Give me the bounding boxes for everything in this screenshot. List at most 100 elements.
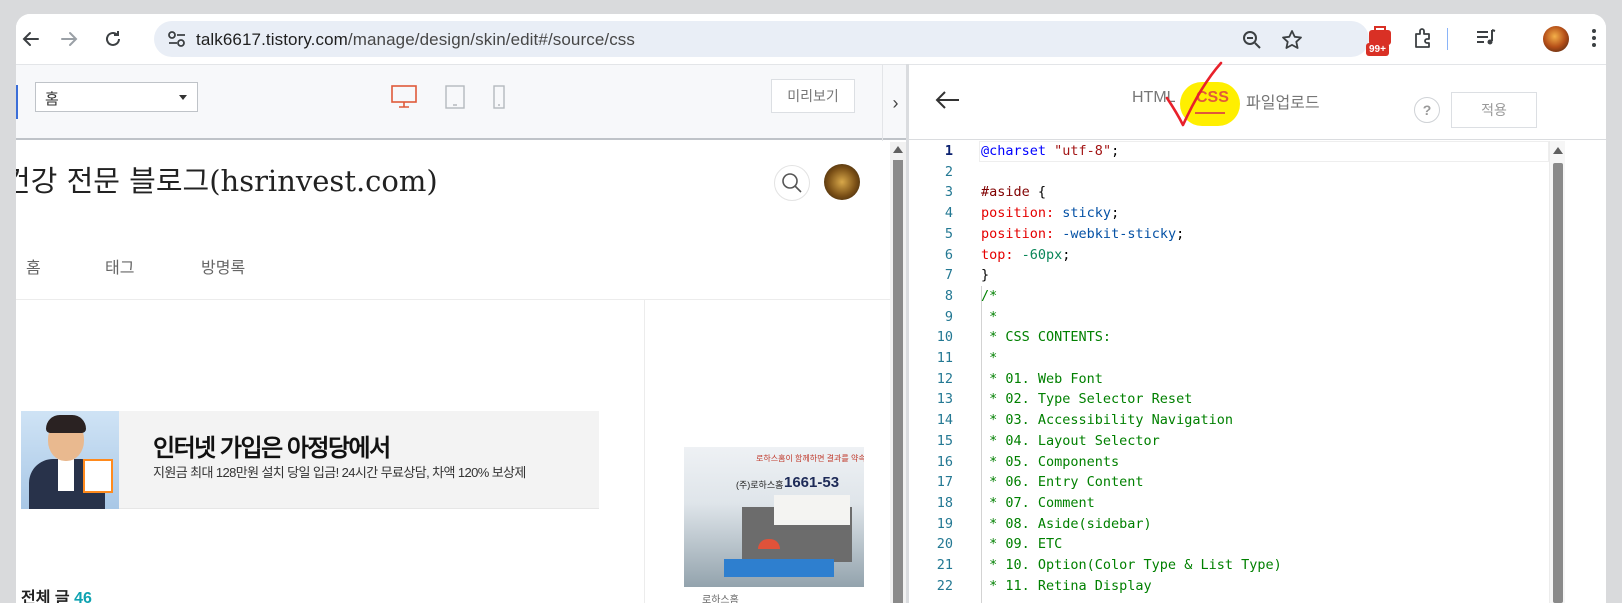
code-text: #aside {: [981, 184, 1047, 201]
address-bar[interactable]: talk6617.tistory.com/manage/design/skin/…: [154, 21, 1369, 57]
code-line[interactable]: 3 #aside {: [909, 182, 1549, 203]
line-number: 10: [936, 329, 953, 346]
code-text: * 05. Components: [981, 453, 1120, 470]
code-line[interactable]: 14 * 03. Accessibility Navigation: [909, 410, 1549, 431]
profile-avatar-icon[interactable]: [1543, 26, 1569, 52]
browser-toolbar: talk6617.tistory.com/manage/design/skin/…: [16, 14, 1606, 64]
scrollbar-thumb[interactable]: [893, 160, 903, 603]
header-divider: [16, 299, 890, 300]
side-ad-brand: (주)로하스홈: [736, 480, 784, 490]
blog-menu-guestbook[interactable]: 방명록: [201, 254, 245, 278]
help-button[interactable]: ?: [1414, 97, 1440, 123]
code-line[interactable]: 9 *: [909, 307, 1549, 328]
blog-profile-avatar[interactable]: [824, 164, 860, 200]
chevron-right-icon: ›: [892, 92, 899, 113]
checkmark-annotation-icon: [1165, 61, 1223, 127]
scrollbar-thumb[interactable]: [1553, 163, 1563, 603]
desktop-icon[interactable]: [390, 84, 418, 115]
code-line[interactable]: 4 position: sticky;: [909, 203, 1549, 224]
code-line[interactable]: 10 * CSS CONTENTS:: [909, 327, 1549, 348]
site-settings-icon[interactable]: [166, 29, 188, 49]
code-line[interactable]: 1 @charset "utf-8";: [909, 141, 1549, 162]
post-count-value: 46: [74, 590, 92, 603]
page-select[interactable]: 홈: [35, 82, 198, 112]
reload-icon[interactable]: [98, 24, 128, 54]
line-number: 16: [936, 453, 953, 470]
code-line[interactable]: 22 * 11. Retina Display: [909, 576, 1549, 597]
code-text: * 09. ETC: [981, 536, 1063, 553]
code-line[interactable]: 7}: [909, 265, 1549, 286]
url-path: /manage/design/skin/edit#/source/css: [347, 30, 636, 49]
code-line[interactable]: 12 * 01. Web Font: [909, 369, 1549, 390]
bookmark-star-icon[interactable]: [1281, 29, 1303, 51]
code-line[interactable]: 17 * 06. Entry Content: [909, 472, 1549, 493]
code-line[interactable]: 2: [909, 162, 1549, 183]
side-ad-caption: 로하스홈: [702, 595, 739, 603]
preview-button[interactable]: 미리보기: [771, 79, 855, 113]
editor-scrollbar[interactable]: [1549, 141, 1565, 603]
browser-window: talk6617.tistory.com/manage/design/skin/…: [16, 14, 1606, 603]
code-line[interactable]: 21 * 10. Option(Color Type & List Type): [909, 555, 1549, 576]
code-line[interactable]: 19 * 08. Aside(sidebar): [909, 514, 1549, 535]
code-text: position: sticky;: [981, 205, 1120, 222]
internet-ad-banner[interactable]: 인터넷 가입은 아정당에서 지원금 최대 128만원 설치 당일 입금! 24시…: [21, 411, 599, 509]
line-number: 12: [936, 370, 953, 387]
apply-button[interactable]: 적용: [1451, 92, 1537, 128]
back-icon[interactable]: [16, 24, 46, 54]
extension-badge-icon[interactable]: 99+: [1365, 24, 1397, 58]
forward-icon[interactable]: [54, 24, 84, 54]
code-line[interactable]: 6 top: -60px;: [909, 245, 1549, 266]
tablet-icon[interactable]: [444, 84, 466, 115]
post-count-label: 전체 글: [21, 590, 70, 603]
line-number: 21: [936, 557, 953, 573]
code-line[interactable]: 20 * 09. ETC: [909, 534, 1549, 555]
scroll-up-arrow-icon[interactable]: [893, 146, 903, 153]
blog-menu-home[interactable]: 홈: [26, 254, 41, 278]
tab-file-upload[interactable]: 파일업로드: [1246, 89, 1320, 113]
mobile-icon[interactable]: [492, 84, 506, 115]
code-line[interactable]: 16 * 05. Components: [909, 452, 1549, 473]
code-editor[interactable]: 1 @charset "utf-8"; 2 3 #aside { 4 position: s…: [909, 141, 1606, 603]
code-line[interactable]: 18 * 07. Comment: [909, 493, 1549, 514]
code-text: * 11. Retina Display: [981, 577, 1152, 594]
code-line[interactable]: 15 * 04. Layout Selector: [909, 431, 1549, 452]
code-text: * 03. Accessibility Navigation: [981, 412, 1233, 429]
line-number: 7: [944, 267, 953, 284]
puzzle-icon[interactable]: [1412, 26, 1438, 52]
code-text: * CSS CONTENTS:: [981, 329, 1112, 346]
media-queue-icon[interactable]: [1474, 26, 1500, 52]
toolbar-divider: [1447, 28, 1448, 50]
url-text[interactable]: talk6617.tistory.com/manage/design/skin/…: [196, 30, 635, 50]
more-menu-icon[interactable]: [1589, 26, 1606, 52]
editor-pane: HTML CSS 파일업로드 ? 적용 1 @charset "utf-8"; 2 3…: [909, 61, 1606, 603]
preview-toolbar: 홈 미리보기 ›: [16, 64, 922, 141]
code-line[interactable]: 5 position: -webkit-sticky;: [909, 224, 1549, 245]
code-text: position: -webkit-sticky;: [981, 225, 1185, 242]
sidebar-ad[interactable]: 로하스홈이 함께하면 결과를 약속드립니다 (주)로하스홈 1661-53: [684, 447, 864, 587]
preview-scrollbar[interactable]: [890, 142, 906, 603]
code-line[interactable]: 8 /*: [909, 286, 1549, 307]
search-button[interactable]: [774, 165, 810, 201]
line-number: 19: [936, 515, 953, 532]
line-number: 3: [944, 184, 953, 201]
back-arrow-icon[interactable]: [933, 85, 963, 115]
code-text: * 08. Aside(sidebar): [981, 515, 1152, 532]
code-text: * 10. Option(Color Type & List Type): [981, 557, 1282, 573]
ad-title: 인터넷 가입은 아정당에서: [153, 435, 391, 462]
line-number: 22: [936, 577, 953, 594]
url-host: talk6617.tistory.com: [196, 30, 348, 49]
zoom-icon[interactable]: [1241, 29, 1263, 51]
ad-photo: [21, 411, 119, 509]
blog-menu-tag[interactable]: 태그: [105, 254, 134, 278]
code-line[interactable]: 11 *: [909, 348, 1549, 369]
code-text: * 02. Type Selector Reset: [981, 391, 1193, 408]
code-text: * 01. Web Font: [981, 370, 1103, 387]
scroll-up-arrow-icon[interactable]: [1553, 147, 1563, 154]
chevron-down-icon: [179, 95, 187, 100]
blog-title[interactable]: 건강 전문 블로그(hsrinvest.com): [16, 158, 438, 200]
line-number: 20: [936, 536, 953, 553]
side-ad-phone: 1661-53: [784, 474, 840, 491]
code-line[interactable]: 13 * 02. Type Selector Reset: [909, 389, 1549, 410]
page-select-value: 홈: [45, 91, 59, 108]
collapse-button[interactable]: ›: [882, 65, 908, 141]
